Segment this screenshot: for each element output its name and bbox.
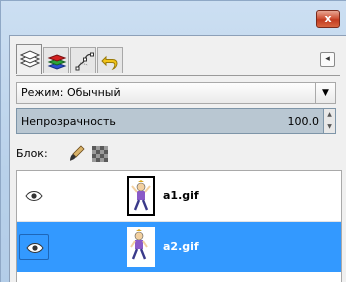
layers-dock-panel: ◂ Режим: Обычный ▼ Непрозрачность 100.0 … — [9, 35, 346, 282]
layers-icon — [19, 50, 41, 68]
opacity-slider[interactable]: Непрозрачность 100.0 ▲ ▼ — [16, 108, 336, 134]
eye-icon — [25, 191, 43, 201]
lock-alpha-icon[interactable] — [92, 146, 108, 165]
eye-icon — [26, 243, 44, 253]
layer-row[interactable]: a1.gif — [17, 171, 341, 222]
window-frame: x ◂ Режим: Обычный ▼ Непрозрачность 100.… — [0, 0, 346, 282]
layer-name[interactable]: a1.gif — [163, 189, 199, 202]
channels-tab[interactable] — [43, 47, 69, 73]
layers-list: a1.gif a2.gif — [16, 170, 342, 282]
visibility-toggle[interactable] — [19, 183, 49, 209]
mode-select[interactable]: Режим: Обычный ▼ — [16, 82, 336, 104]
opacity-spinner[interactable]: ▲ ▼ — [323, 109, 335, 133]
visibility-toggle[interactable] — [19, 234, 49, 260]
spin-down-icon[interactable]: ▼ — [324, 121, 335, 133]
layer-row[interactable]: a2.gif — [17, 222, 341, 272]
spin-up-icon[interactable]: ▲ — [324, 109, 335, 121]
chevron-down-icon[interactable]: ▼ — [315, 83, 335, 103]
lock-label: Блок: — [16, 147, 48, 160]
layer-thumbnail — [127, 227, 155, 267]
tab-menu-button[interactable]: ◂ — [320, 52, 335, 67]
close-button[interactable]: x — [316, 10, 340, 28]
layer-thumbnail — [127, 176, 155, 216]
paths-tab[interactable] — [70, 47, 96, 73]
opacity-label: Непрозрачность — [21, 115, 116, 128]
lock-row: Блок: — [16, 144, 216, 164]
opacity-value[interactable]: 100.0 — [288, 115, 320, 128]
undo-history-tab[interactable] — [97, 47, 123, 73]
tab-divider — [16, 75, 340, 76]
undo-icon — [101, 55, 118, 71]
lock-pixels-icon[interactable] — [68, 144, 86, 165]
mode-label: Режим: Обычный — [21, 86, 121, 99]
layer-name[interactable]: a2.gif — [163, 240, 199, 253]
dock-tab-bar: ◂ — [16, 42, 340, 76]
channels-icon — [47, 54, 67, 70]
layers-tab[interactable] — [16, 44, 42, 74]
paths-icon — [75, 52, 94, 71]
